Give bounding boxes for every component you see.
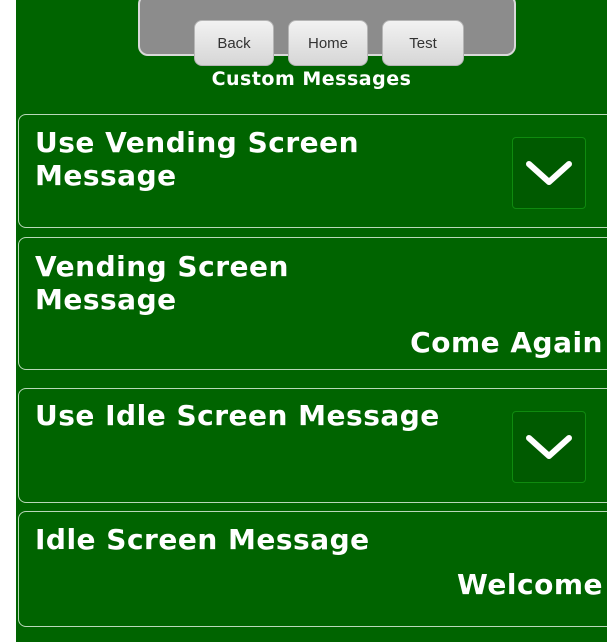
test-button[interactable]: Test	[382, 20, 464, 66]
use-vending-screen-message-label-line1: Use Vending Screen	[35, 126, 360, 159]
vending-screen-message-value: Come Again	[410, 326, 603, 359]
idle-screen-message-row[interactable]: Idle Screen Message Welcome	[18, 511, 607, 627]
page-title: Custom Messages	[211, 68, 412, 90]
home-button[interactable]: Home	[288, 20, 368, 66]
back-button-label: Back	[217, 34, 251, 52]
use-vending-screen-message-checkbox[interactable]	[512, 137, 586, 209]
use-vending-screen-message-label: Use Vending Screen Message	[35, 126, 359, 192]
use-idle-screen-message-checkbox[interactable]	[512, 411, 586, 483]
home-button-label: Home	[307, 34, 348, 52]
vending-screen-message-label-line1: Vending Screen	[35, 250, 289, 283]
checkmark-icon	[526, 161, 572, 185]
vending-screen-message-label: Vending Screen Message	[35, 250, 289, 316]
use-vending-screen-message-label-line2: Message	[35, 159, 177, 192]
use-vending-screen-message-row[interactable]: Use Vending Screen Message	[18, 114, 607, 228]
use-idle-screen-message-row[interactable]: Use Idle Screen Message	[18, 388, 607, 503]
checkmark-icon	[526, 435, 572, 459]
custom-messages-screen: Back Home Test Custom Messages Use Vendi…	[16, 0, 607, 642]
idle-screen-message-label: Idle Screen Message	[35, 523, 370, 556]
vending-screen-message-row[interactable]: Vending Screen Message Come Again	[18, 237, 607, 370]
idle-screen-message-value: Welcome	[457, 568, 603, 601]
vending-screen-message-label-line2: Message	[35, 283, 177, 316]
back-button[interactable]: Back	[194, 20, 274, 66]
test-button-label: Test	[409, 34, 437, 52]
use-idle-screen-message-label: Use Idle Screen Message	[35, 399, 440, 432]
